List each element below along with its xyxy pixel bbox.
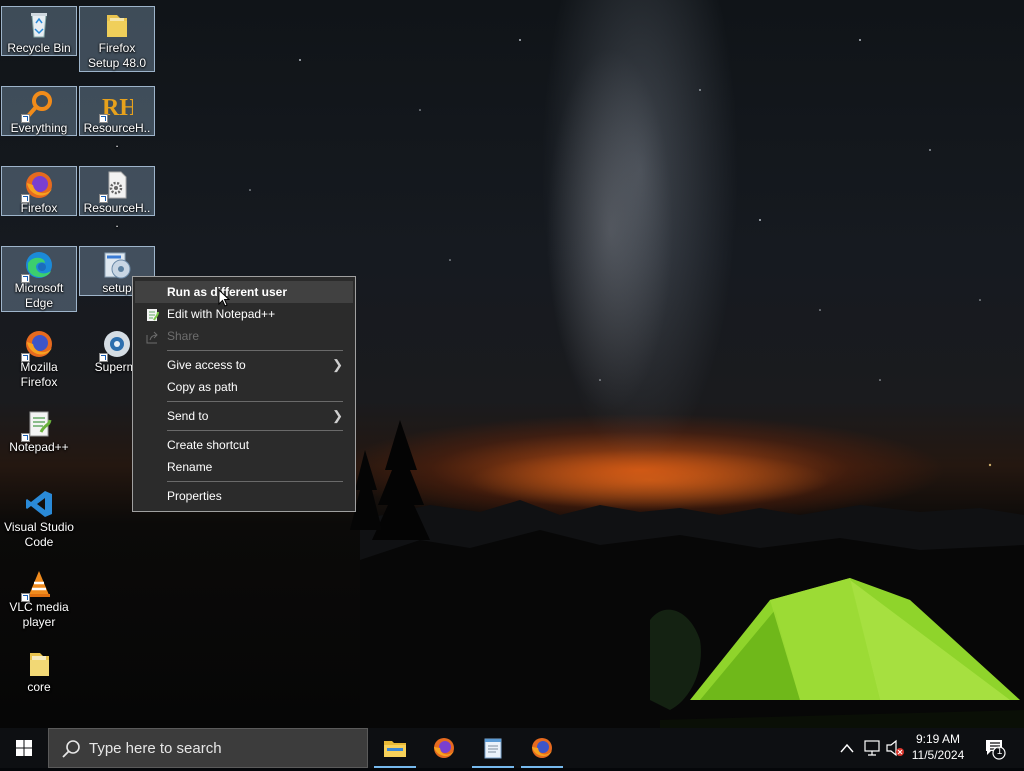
desktop-icon-vscode[interactable]: Visual Studio Code (1, 486, 77, 552)
windows-logo-icon (16, 740, 32, 756)
firefox-icon (532, 738, 552, 758)
menu-item-share: Share (135, 325, 353, 347)
taskbar: Type here to search 9:19 AM 11/5/2024 1 (0, 728, 1024, 768)
chevron-right-icon: ❯ (332, 408, 343, 423)
desktop-icon-resource-hacker[interactable]: RH ResourceH... (79, 86, 155, 150)
setup-installer-icon (101, 249, 133, 281)
shortcut-arrow-icon (21, 593, 30, 602)
taskbar-notepad[interactable] (469, 728, 517, 768)
menu-separator (167, 430, 343, 431)
desktop-icon-notepadpp[interactable]: Notepad++ (1, 406, 77, 456)
menu-separator (167, 481, 343, 482)
notepadpp-icon (145, 307, 159, 321)
recycle-bin-icon (23, 9, 55, 41)
menu-item-create-shortcut[interactable]: Create shortcut (135, 434, 353, 456)
menu-item-give-access-to[interactable]: Give access to ❯ (135, 354, 353, 376)
folder-icon (101, 9, 133, 41)
clock-time: 9:19 AM (915, 732, 961, 746)
vlc-icon (21, 568, 55, 602)
shortcut-arrow-icon (21, 274, 30, 283)
edge-icon (21, 249, 55, 283)
shortcut-arrow-icon (99, 194, 108, 203)
shortcut-arrow-icon (21, 353, 30, 362)
taskbar-search-box[interactable]: Type here to search (48, 728, 368, 768)
resource-hacker-icon: RH (99, 89, 138, 123)
firefox-icon (434, 738, 454, 758)
clock-date: 11/5/2024 (911, 748, 965, 762)
desktop-icon-everything[interactable]: Everything (1, 86, 77, 136)
shortcut-arrow-icon (99, 114, 108, 123)
notepadpp-icon (21, 408, 55, 442)
taskbar-firefox-running[interactable] (518, 728, 566, 768)
taskbar-firefox[interactable] (420, 728, 468, 768)
context-menu: Run as different user Edit with Notepad+… (132, 276, 356, 512)
system-clock[interactable]: 9:19 AM 11/5/2024 (904, 731, 972, 763)
menu-item-send-to[interactable]: Send to ❯ (135, 405, 353, 427)
share-icon (145, 329, 159, 344)
menu-item-run-as-different-user[interactable]: Run as different user (135, 281, 353, 303)
shortcut-arrow-icon (99, 353, 108, 362)
firefox-icon (21, 328, 55, 362)
menu-item-copy-as-path[interactable]: Copy as path (135, 376, 353, 398)
taskbar-file-explorer[interactable] (371, 728, 419, 768)
network-icon[interactable] (862, 728, 882, 768)
desktop-icon-resource-hacker-config[interactable]: ResourceH... (79, 166, 155, 230)
desktop-icon-mozilla-firefox[interactable]: Mozilla Firefox (1, 326, 77, 392)
notification-center-button[interactable]: 1 (980, 728, 1024, 768)
search-icon (62, 740, 80, 758)
desktop-icon-recycle-bin[interactable]: Recycle Bin (1, 6, 77, 56)
desktop-icon-firefox-setup-folder[interactable]: Firefox Setup 48.0 (79, 6, 155, 72)
desktop-icon-firefox[interactable]: Firefox (1, 166, 77, 216)
folder-icon (23, 648, 55, 680)
shortcut-arrow-icon (21, 194, 30, 203)
firefox-icon (21, 169, 55, 203)
menu-item-rename[interactable]: Rename (135, 456, 353, 478)
menu-separator (167, 350, 343, 351)
shortcut-arrow-icon (21, 433, 30, 442)
supermium-icon (99, 328, 133, 362)
menu-item-edit-with-notepadpp[interactable]: Edit with Notepad++ (135, 303, 353, 325)
everything-search-icon (21, 89, 55, 123)
desktop-icon-core-folder[interactable]: core (1, 646, 77, 696)
chevron-right-icon: ❯ (332, 357, 343, 372)
menu-item-properties[interactable]: Properties (135, 485, 353, 507)
volume-muted-icon[interactable] (884, 728, 906, 768)
desktop-icon-vlc[interactable]: VLC media player (1, 566, 77, 632)
start-button[interactable] (0, 728, 48, 768)
file-explorer-icon (384, 741, 406, 757)
search-placeholder: Type here to search (89, 740, 222, 757)
vscode-icon (23, 488, 55, 520)
shortcut-arrow-icon (21, 114, 30, 123)
settings-file-icon (99, 169, 133, 203)
desktop-icon-microsoft-edge[interactable]: Microsoft Edge (1, 246, 77, 312)
menu-separator (167, 401, 343, 402)
notepad-icon (484, 738, 502, 759)
mouse-cursor-icon (218, 289, 230, 307)
notification-count-badge: 1 (996, 746, 1003, 757)
chevron-up-icon[interactable] (838, 728, 856, 768)
